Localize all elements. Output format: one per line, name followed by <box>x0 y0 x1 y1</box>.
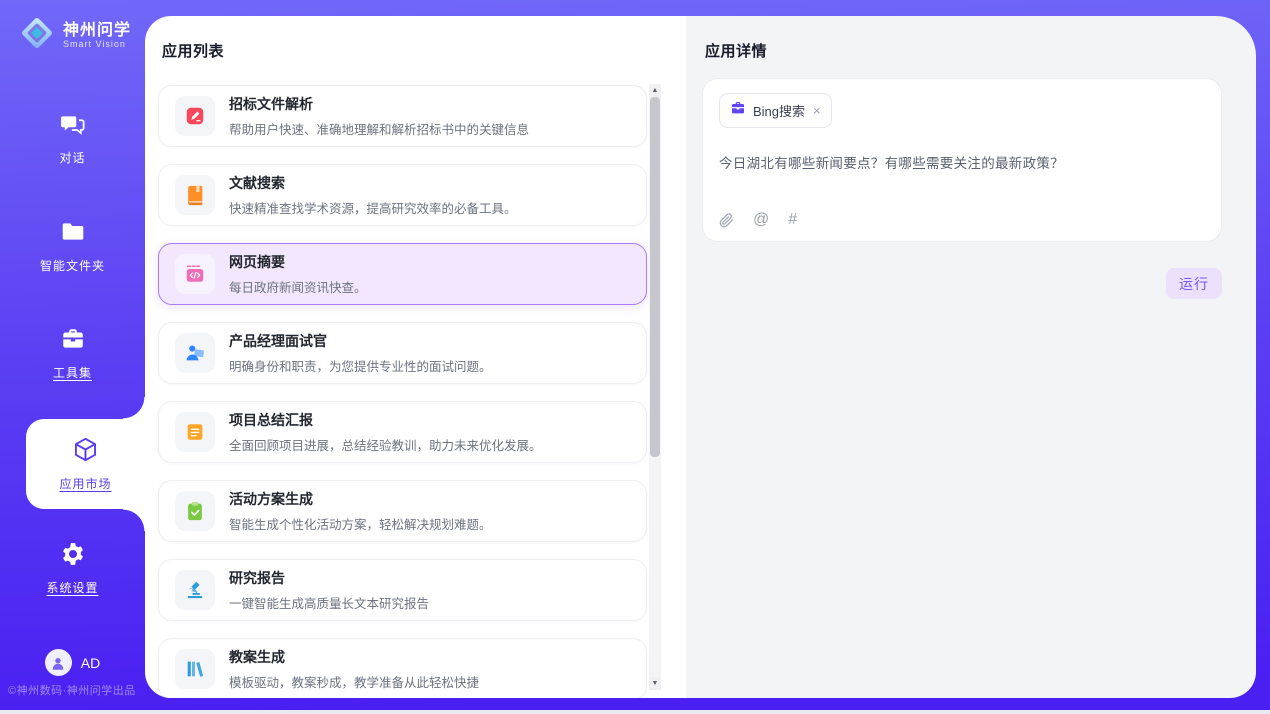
app-card-desc: 全面回顾项目进展，总结经验教训，助力未来优化发展。 <box>229 435 542 454</box>
app-card-title: 网页摘要 <box>229 252 367 272</box>
sidebar-item-chat[interactable]: 对话 <box>0 111 145 165</box>
toolbox-icon <box>60 326 86 357</box>
app-card-desc: 每日政府新闻资讯快查。 <box>229 277 367 296</box>
sidebar-item-label: 系统设置 <box>46 579 98 596</box>
brand-name: 神州问学 <box>63 22 131 40</box>
user-account[interactable]: AD <box>45 649 100 676</box>
app-card-title: 产品经理面试官 <box>229 331 492 351</box>
close-icon[interactable]: × <box>813 104 821 117</box>
briefcase-icon <box>730 100 746 121</box>
app-card-title: 文献搜索 <box>229 173 517 193</box>
app-detail-panel: 应用详情 Bing搜索 × 今日湖北有哪些新闻要点？有哪些需要关注的最新政策？ <box>686 16 1256 698</box>
app-card-pm-interviewer[interactable]: 产品经理面试官 明确身份和职责，为您提供专业性的面试问题。 <box>158 322 647 384</box>
sidebar-item-toolset[interactable]: 工具集 <box>0 326 145 380</box>
app-card-research-report[interactable]: 研究报告 一键智能生成高质量长文本研究报告 <box>158 559 647 621</box>
sidebar-item-settings[interactable]: 系统设置 <box>0 541 145 595</box>
sidebar-item-label: 工具集 <box>53 364 92 381</box>
app-card-bid-parsing[interactable]: 招标文件解析 帮助用户快速、准确地理解和解析招标书中的关键信息 <box>158 85 647 147</box>
sidebar-nav: 对话 智能文件夹 工具集 <box>0 57 145 595</box>
app-card-title: 招标文件解析 <box>229 94 529 114</box>
literature-book-icon <box>175 175 215 215</box>
scroll-up-icon[interactable]: ▲ <box>649 84 661 97</box>
app-card-desc: 智能生成个性化活动方案，轻松解决规划难题。 <box>229 514 492 533</box>
lesson-books-icon <box>175 649 215 689</box>
sidebar: 神州问学 Smart Vision 对话 <box>0 0 145 710</box>
sidebar-item-app-market[interactable]: 应用市场 <box>26 419 145 509</box>
app-card-list: 招标文件解析 帮助用户快速、准确地理解和解析招标书中的关键信息 文献搜索 <box>158 85 647 698</box>
webpage-icon <box>175 254 215 294</box>
brand-subtitle: Smart Vision <box>63 39 131 49</box>
folder-icon <box>60 219 86 250</box>
app-card-title: 活动方案生成 <box>229 489 492 509</box>
tool-chip-label: Bing搜索 <box>753 101 805 120</box>
window-bottom-edge <box>0 710 1270 714</box>
at-icon[interactable]: @ <box>753 211 769 229</box>
sidebar-item-label: 对话 <box>59 149 85 166</box>
app-card-web-summary[interactable]: 网页摘要 每日政府新闻资讯快查。 <box>158 243 647 305</box>
app-card-desc: 模板驱动，教案秒成，教学准备从此轻松快捷 <box>229 672 479 691</box>
app-detail-title: 应用详情 <box>705 40 1222 61</box>
app-card-lesson-plan[interactable]: 教案生成 模板驱动，教案秒成，教学准备从此轻松快捷 <box>158 638 647 698</box>
sidebar-item-label: 应用市场 <box>59 475 111 492</box>
scrollbar-thumb[interactable] <box>650 97 660 457</box>
app-list-scrollbar[interactable]: ▲ ▼ <box>649 84 661 690</box>
research-icon <box>175 570 215 610</box>
cube-icon <box>72 436 99 468</box>
brand-logo: 神州问学 Smart Vision <box>18 14 131 57</box>
plan-clipboard-icon <box>175 491 215 531</box>
app-card-desc: 快速精准查找学术资源，提高研究效率的必备工具。 <box>229 198 517 217</box>
summary-note-icon <box>175 412 215 452</box>
brand-diamond-icon <box>18 14 56 57</box>
tool-chip-bing-search[interactable]: Bing搜索 × <box>719 93 832 128</box>
interviewer-icon <box>175 333 215 373</box>
app-card-title: 研究报告 <box>229 568 429 588</box>
app-card-literature-search[interactable]: 文献搜索 快速精准查找学术资源，提高研究效率的必备工具。 <box>158 164 647 226</box>
app-card-project-summary[interactable]: 项目总结汇报 全面回顾项目进展，总结经验教训，助力未来优化发展。 <box>158 401 647 463</box>
copyright-footer: ©神州数码·神州问学出品 <box>8 682 136 698</box>
prompt-toolbar: @ # <box>719 211 1205 229</box>
app-card-desc: 一键智能生成高质量长文本研究报告 <box>229 593 429 612</box>
scroll-down-icon[interactable]: ▼ <box>649 677 661 690</box>
content-area: 应用列表 招标文件解析 帮助用户快速、准确地理解和解析招标书中的关键信息 <box>145 16 1256 698</box>
app-card-desc: 帮助用户快速、准确地理解和解析招标书中的关键信息 <box>229 119 529 138</box>
run-row: 运行 <box>702 268 1222 299</box>
sidebar-item-smart-folder[interactable]: 智能文件夹 <box>0 219 145 273</box>
sidebar-item-label: 智能文件夹 <box>40 257 105 274</box>
prompt-input[interactable]: 今日湖北有哪些新闻要点？有哪些需要关注的最新政策？ <box>719 152 1205 172</box>
app-card-event-plan[interactable]: 活动方案生成 智能生成个性化活动方案，轻松解决规划难题。 <box>158 480 647 542</box>
gear-icon <box>60 541 86 572</box>
app-list-title: 应用列表 <box>162 40 686 61</box>
app-card-title: 教案生成 <box>229 647 479 667</box>
prompt-card: Bing搜索 × 今日湖北有哪些新闻要点？有哪些需要关注的最新政策？ @ # <box>702 78 1222 242</box>
avatar <box>45 649 72 676</box>
bid-edit-icon <box>175 96 215 136</box>
app-window: 神州问学 Smart Vision 对话 <box>0 0 1270 714</box>
run-button[interactable]: 运行 <box>1166 268 1222 299</box>
chat-icon <box>60 111 86 142</box>
app-list-panel: 应用列表 招标文件解析 帮助用户快速、准确地理解和解析招标书中的关键信息 <box>145 16 686 698</box>
hash-icon[interactable]: # <box>788 211 797 229</box>
paperclip-icon[interactable] <box>719 213 734 228</box>
app-card-desc: 明确身份和职责，为您提供专业性的面试问题。 <box>229 356 492 375</box>
user-name: AD <box>81 655 100 671</box>
app-card-title: 项目总结汇报 <box>229 410 542 430</box>
